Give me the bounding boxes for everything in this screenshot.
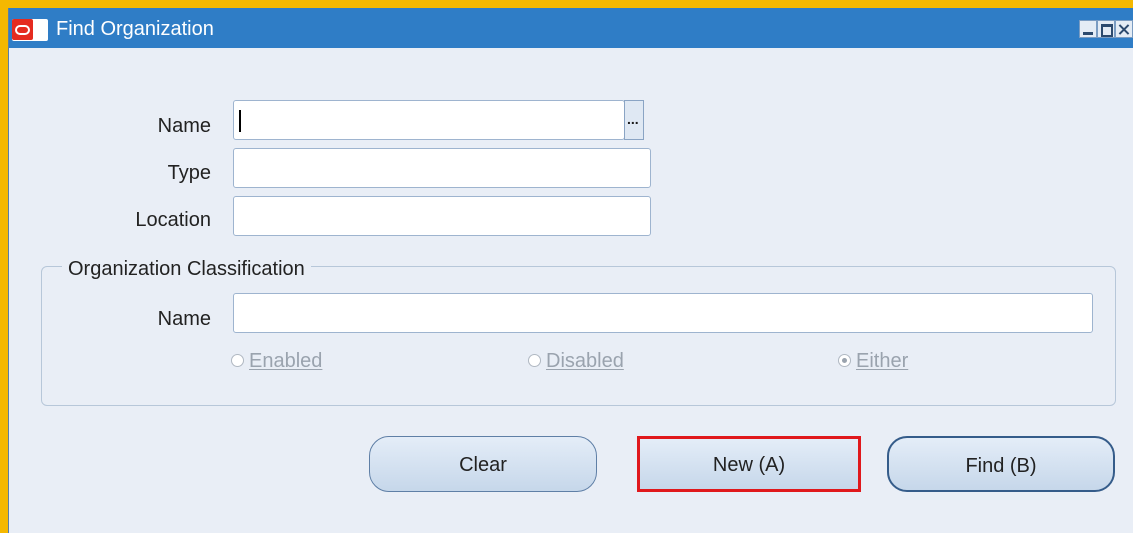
classification-name-field[interactable] — [233, 293, 1093, 333]
find-button[interactable]: Find (B) — [887, 436, 1115, 492]
clear-button[interactable]: Clear — [369, 436, 597, 492]
ellipsis-icon: ... — [627, 111, 639, 127]
text-caret — [239, 110, 241, 132]
title-bar[interactable]: Find Organization — [9, 8, 1133, 48]
close-icon[interactable] — [1115, 20, 1133, 38]
name-field[interactable] — [233, 100, 625, 140]
new-button[interactable]: New (A) — [637, 436, 861, 492]
location-label: Location — [135, 209, 211, 231]
minimize-icon[interactable] — [1079, 20, 1097, 38]
window-title: Find Organization — [56, 18, 214, 40]
radio-either-circle[interactable] — [838, 354, 851, 367]
find-organization-window: Find Organization Name ... Type Location… — [8, 8, 1133, 533]
type-field[interactable] — [233, 148, 651, 188]
name-lov-button[interactable]: ... — [624, 100, 644, 140]
name-label: Name — [157, 115, 211, 137]
oracle-icon — [12, 19, 48, 41]
organization-classification-title: Organization Classification — [62, 258, 311, 280]
radio-either-label: Either — [856, 350, 909, 372]
classification-name-label: Name — [157, 308, 211, 330]
location-field[interactable] — [233, 196, 651, 236]
radio-disabled-label: Disabled — [546, 350, 624, 372]
type-label: Type — [167, 162, 211, 184]
radio-enabled-label: Enabled — [249, 350, 323, 372]
maximize-icon[interactable] — [1097, 20, 1115, 38]
organization-classification-group — [41, 266, 1116, 406]
radio-enabled-circle[interactable] — [231, 354, 244, 367]
radio-disabled-circle[interactable] — [528, 354, 541, 367]
